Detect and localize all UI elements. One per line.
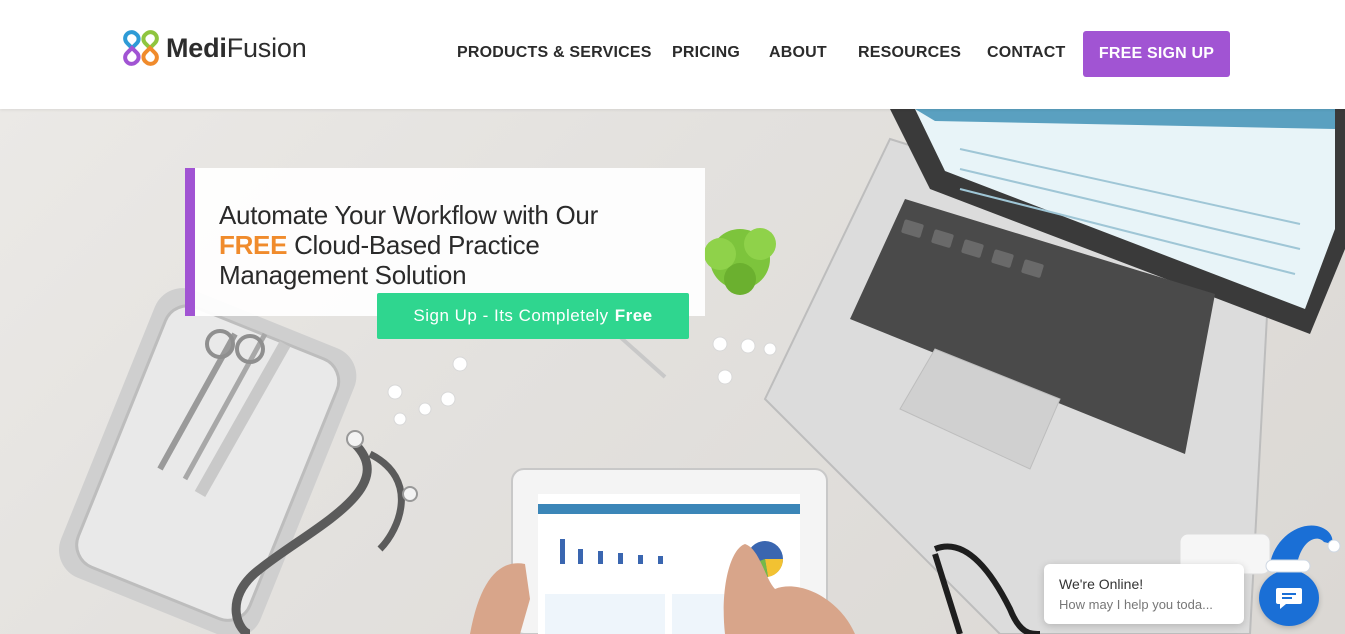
chat-greeting-bubble[interactable]: We're Online! How may I help you toda... — [1044, 564, 1244, 624]
chat-bubble-icon — [1276, 588, 1302, 609]
hero-signup-cta-button[interactable]: Sign Up - Its Completely Free — [377, 293, 689, 339]
hero-title-line1: Automate Your Workflow with Our — [219, 200, 598, 230]
medifusion-logo-icon — [123, 30, 159, 66]
plant-illustration — [704, 228, 776, 295]
free-signup-button[interactable]: FREE SIGN UP — [1083, 31, 1230, 77]
site-header: MediFusion PRODUCTS & SERVICES PRICING A… — [0, 0, 1345, 109]
chat-status-text: We're Online! — [1059, 576, 1144, 592]
surgical-tray-illustration — [58, 288, 357, 634]
nav-contact[interactable]: CONTACT — [987, 44, 1065, 62]
nav-pricing[interactable]: PRICING — [672, 44, 740, 62]
hero-section: Automate Your Workflow with Our FREE Clo… — [0, 109, 1345, 634]
chat-prompt-text: How may I help you toda... — [1059, 597, 1213, 612]
pills-illustration — [387, 336, 777, 426]
hero-cta-prefix: Sign Up - Its Completely — [413, 306, 609, 325]
hero-title-line2-rest: Cloud-Based Practice — [287, 230, 540, 260]
hero-cta-bold: Free — [614, 306, 653, 325]
nav-resources[interactable]: RESOURCES — [858, 44, 961, 62]
santa-hat-icon — [1265, 525, 1341, 573]
hero-title-line3: Management Solution — [219, 260, 467, 290]
hero-title-line2: FREE Cloud-Based Practice — [219, 230, 689, 260]
nav-about[interactable]: ABOUT — [769, 44, 827, 62]
hero-title-highlight: FREE — [219, 230, 288, 260]
nav-products-services[interactable]: PRODUCTS & SERVICES — [457, 44, 652, 62]
brand-logo[interactable]: MediFusion — [123, 30, 307, 66]
brand-name-bold: Medi — [166, 32, 227, 63]
brand-name: MediFusion — [166, 33, 307, 64]
hero-title: Automate Your Workflow with Our FREE Clo… — [219, 200, 689, 290]
brand-name-light: Fusion — [226, 32, 307, 63]
